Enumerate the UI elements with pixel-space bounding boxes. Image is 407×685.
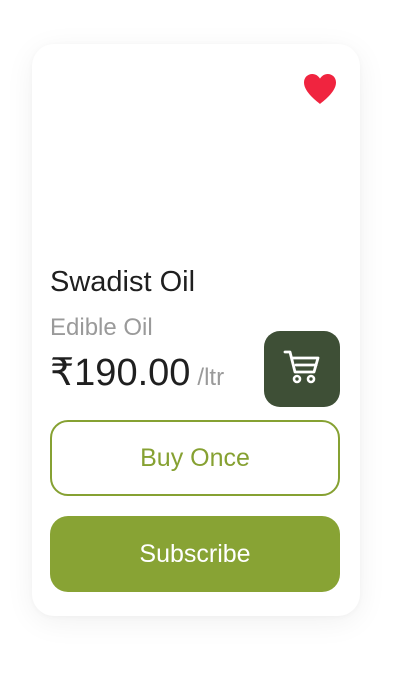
- price-row: ₹190.00 /ltr: [50, 350, 224, 395]
- subscribe-button[interactable]: Subscribe: [50, 516, 340, 592]
- add-to-cart-button[interactable]: [264, 331, 340, 407]
- product-price: ₹190.00: [50, 352, 191, 394]
- cart-icon: [282, 348, 322, 391]
- product-name: Swadist Oil: [50, 266, 196, 298]
- favorite-heart-icon[interactable]: [302, 72, 338, 106]
- product-category: Edible Oil: [50, 314, 153, 341]
- buy-once-button[interactable]: Buy Once: [50, 420, 340, 496]
- price-unit: /ltr: [197, 364, 225, 391]
